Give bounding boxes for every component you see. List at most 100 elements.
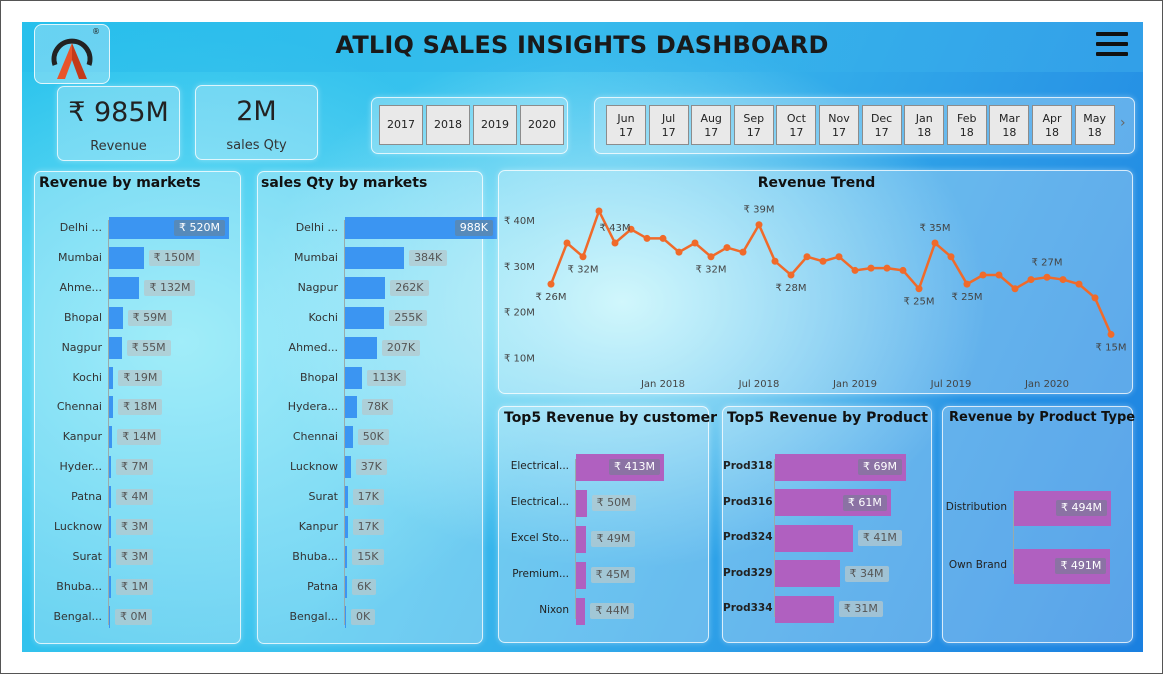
rev-market-bar[interactable] [109, 456, 111, 479]
customer-category-label: Electrical... [510, 496, 569, 508]
trend-point [659, 234, 667, 242]
slicer-scroll-right-icon[interactable]: › [1120, 115, 1126, 131]
month-button-nov-17[interactable]: Nov 17 [819, 105, 859, 145]
dashboard-canvas: ® ATLIQ SALES INSIGHTS DASHBOARD ₹ 985M … [22, 22, 1143, 652]
qty-market-value-label: 384K [409, 249, 448, 266]
trend-point [691, 239, 699, 247]
qty-market-bar[interactable] [345, 516, 348, 538]
trend-point [915, 285, 923, 293]
product-bar[interactable] [775, 524, 853, 552]
rev-market-value-label: ₹ 7M [116, 459, 153, 476]
rev-market-bar[interactable] [109, 366, 114, 389]
month-year-label: 17 [832, 126, 846, 139]
qty-market-category-label: Surat [308, 490, 338, 504]
customer-value-label: ₹ 49M [591, 531, 636, 547]
month-year-label: 17 [619, 126, 633, 139]
qty-market-bar[interactable] [345, 306, 385, 329]
qty-market-category-label: Ahmed... [288, 340, 338, 354]
month-button-oct-17[interactable]: Oct 17 [776, 105, 817, 145]
qty-market-value-label: 262K [390, 279, 429, 296]
customer-bar[interactable] [576, 489, 587, 517]
trend-point [899, 266, 907, 274]
rev-market-bar[interactable] [109, 575, 111, 598]
product-type-value-label: ₹ 494M [1056, 500, 1107, 516]
month-button-apr-18[interactable]: Apr 18 [1032, 105, 1072, 145]
atliq-logo[interactable]: ® [34, 24, 110, 84]
product-type-value-label: ₹ 491M [1055, 558, 1107, 574]
year-button-2018[interactable]: 2018 [426, 105, 470, 145]
customer-value-label: ₹ 413M [609, 459, 660, 475]
year-button-2020[interactable]: 2020 [520, 105, 564, 145]
qty-market-bar[interactable] [345, 486, 348, 509]
qty-market-bar[interactable] [345, 605, 346, 628]
rev-market-value-label: ₹ 3M [116, 548, 153, 565]
month-button-sep-17[interactable]: Sep 17 [733, 105, 774, 145]
trend-point [995, 271, 1003, 279]
rev-market-bar[interactable] [109, 396, 114, 419]
rev-market-category-label: Chennai [56, 400, 102, 414]
y-tick-label: ₹ 40M [504, 216, 535, 227]
rev-market-bar[interactable] [109, 276, 140, 299]
qty-by-markets-panel: sales Qty by markets Delhi ... 988K Mumbai… [257, 171, 497, 644]
customer-value-label: ₹ 45M [590, 567, 635, 583]
menu-icon[interactable] [1096, 30, 1128, 58]
qty-market-bar[interactable] [345, 246, 405, 269]
qty-market-category-label: Kochi [308, 310, 338, 324]
product-bar[interactable] [775, 560, 840, 587]
qty-market-bar[interactable] [345, 276, 386, 299]
x-tick-label: Jan 2018 [640, 379, 685, 390]
qty-market-bar[interactable] [345, 396, 357, 419]
month-label: Apr [1042, 112, 1062, 125]
month-button-may-18[interactable]: May 18 [1074, 105, 1115, 145]
qty-market-bar[interactable] [345, 456, 351, 479]
month-label: Jun [617, 112, 635, 125]
rev-market-bar[interactable] [109, 426, 113, 449]
rev-market-category-label: Nagpur [61, 340, 102, 354]
customer-bar[interactable] [576, 597, 586, 625]
rev-market-category-label: Hyder... [59, 460, 102, 474]
year-slicer: 2017 2018 2019 2020 [371, 97, 568, 154]
qty-market-category-label: Mumbai [294, 250, 338, 264]
qty-market-value-label: 15K [352, 548, 384, 565]
month-button-jul-17[interactable]: Jul 17 [648, 105, 689, 145]
month-label: Aug [700, 112, 722, 125]
qty-market-category-label: Patna [307, 579, 338, 593]
qty-market-bar[interactable] [345, 336, 377, 359]
rev-market-bar[interactable] [109, 246, 144, 269]
month-button-aug-17[interactable]: Aug 17 [691, 105, 732, 145]
rev-market-bar[interactable] [109, 306, 123, 329]
month-year-label: 17 [704, 126, 719, 139]
rev-market-bar[interactable] [109, 545, 111, 568]
rev-market-bar[interactable] [109, 605, 110, 628]
rev-market-bar[interactable] [109, 336, 122, 359]
month-button-mar-18[interactable]: Mar 18 [989, 105, 1030, 145]
qty-market-bar[interactable] [345, 426, 353, 449]
month-button-jan-18[interactable]: Jan 18 [904, 105, 945, 145]
qty-market-value-label: 6K [352, 578, 377, 595]
rev-market-bar[interactable] [109, 516, 111, 538]
trend-point [1027, 276, 1035, 284]
rev-market-value-label: ₹ 59M [127, 309, 172, 326]
month-button-feb-18[interactable]: Feb 18 [946, 105, 987, 145]
rev-market-bar[interactable] [109, 486, 111, 509]
trend-point [1011, 285, 1019, 293]
qty-market-bar[interactable] [345, 366, 363, 389]
customer-category-label: Electrical... [510, 460, 569, 472]
year-button-2017[interactable]: 2017 [379, 105, 423, 145]
customer-bar[interactable] [576, 561, 586, 589]
year-button-2019[interactable]: 2019 [473, 105, 517, 145]
qty-market-bar[interactable] [345, 575, 347, 598]
product-bar[interactable] [775, 595, 834, 623]
product-category-label: Prod316 [723, 495, 773, 508]
rev-market-category-label: Bengal... [53, 609, 102, 623]
rev-market-category-label: Ahme... [59, 280, 102, 294]
product-value-label: ₹ 61M [842, 494, 887, 511]
rev-market-category-label: Bhopal [63, 310, 102, 324]
kpi-qty-label: sales Qty [226, 138, 287, 153]
trend-point [867, 264, 875, 272]
trend-point [883, 264, 891, 272]
month-button-jun-17[interactable]: Jun 17 [606, 105, 646, 145]
qty-market-bar[interactable] [345, 545, 348, 568]
customer-bar[interactable] [576, 525, 587, 553]
month-button-dec-17[interactable]: Dec 17 [861, 105, 902, 145]
